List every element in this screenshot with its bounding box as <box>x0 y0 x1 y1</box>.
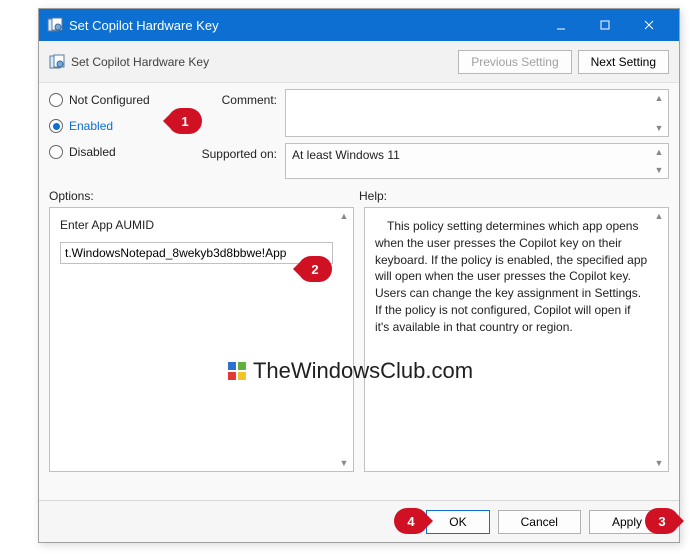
policy-icon <box>49 54 65 70</box>
radio-disabled[interactable]: Disabled <box>49 145 181 159</box>
scroll-up-icon[interactable]: ▲ <box>651 145 667 159</box>
window-title: Set Copilot Hardware Key <box>69 18 539 33</box>
comment-textarea[interactable]: ▲ ▼ <box>285 89 669 137</box>
aumid-label: Enter App AUMID <box>60 218 333 232</box>
options-label: Options: <box>49 189 359 203</box>
radio-icon <box>49 93 63 107</box>
radio-not-configured[interactable]: Not Configured <box>49 93 181 107</box>
radio-label: Enabled <box>69 119 113 133</box>
titlebar: Set Copilot Hardware Key <box>39 9 679 41</box>
scroll-up-icon[interactable]: ▲ <box>651 209 667 223</box>
help-text: This policy setting determines which app… <box>375 218 648 336</box>
supported-on-box: At least Windows 11 ▲ ▼ <box>285 143 669 179</box>
policy-icon <box>47 17 63 33</box>
policy-dialog: Set Copilot Hardware Key Set Copilot Har… <box>38 8 680 543</box>
cancel-button[interactable]: Cancel <box>498 510 581 534</box>
help-label: Help: <box>359 189 387 203</box>
annotation-marker-1: 1 <box>168 108 202 134</box>
toolbar: Set Copilot Hardware Key Previous Settin… <box>39 41 679 83</box>
scroll-down-icon[interactable]: ▼ <box>651 121 667 135</box>
scroll-up-icon[interactable]: ▲ <box>336 209 352 223</box>
annotation-marker-4: 4 <box>394 508 428 534</box>
state-radio-group: Not Configured Enabled Disabled <box>49 89 181 179</box>
radio-label: Disabled <box>69 145 116 159</box>
previous-setting-button[interactable]: Previous Setting <box>458 50 571 74</box>
comment-label: Comment: <box>189 89 277 137</box>
annotation-marker-3: 3 <box>645 508 679 534</box>
minimize-button[interactable] <box>539 9 583 41</box>
radio-icon <box>49 145 63 159</box>
options-panel: ▲ ▼ Enter App AUMID <box>49 207 354 472</box>
radio-label: Not Configured <box>69 93 150 107</box>
aumid-input[interactable] <box>60 242 333 264</box>
maximize-button[interactable] <box>583 9 627 41</box>
scroll-up-icon[interactable]: ▲ <box>651 91 667 105</box>
dialog-footer: OK Cancel Apply <box>39 500 679 542</box>
scroll-down-icon[interactable]: ▼ <box>651 456 667 470</box>
upper-section: Not Configured Enabled Disabled Comment:… <box>39 83 679 183</box>
supported-on-value: At least Windows 11 <box>286 144 668 166</box>
radio-icon <box>49 119 63 133</box>
panels-row: ▲ ▼ Enter App AUMID ▲ ▼ This policy sett… <box>39 207 679 472</box>
scroll-down-icon[interactable]: ▼ <box>336 456 352 470</box>
supported-label: Supported on: <box>189 143 277 179</box>
section-labels: Options: Help: <box>39 183 679 207</box>
toolbar-title: Set Copilot Hardware Key <box>71 55 209 69</box>
next-setting-button[interactable]: Next Setting <box>578 50 669 74</box>
annotation-marker-2: 2 <box>298 256 332 282</box>
fields-column: Comment: ▲ ▼ Supported on: At least Wind… <box>189 89 669 179</box>
help-panel: ▲ ▼ This policy setting determines which… <box>364 207 669 472</box>
close-button[interactable] <box>627 9 671 41</box>
scroll-down-icon[interactable]: ▼ <box>651 163 667 177</box>
